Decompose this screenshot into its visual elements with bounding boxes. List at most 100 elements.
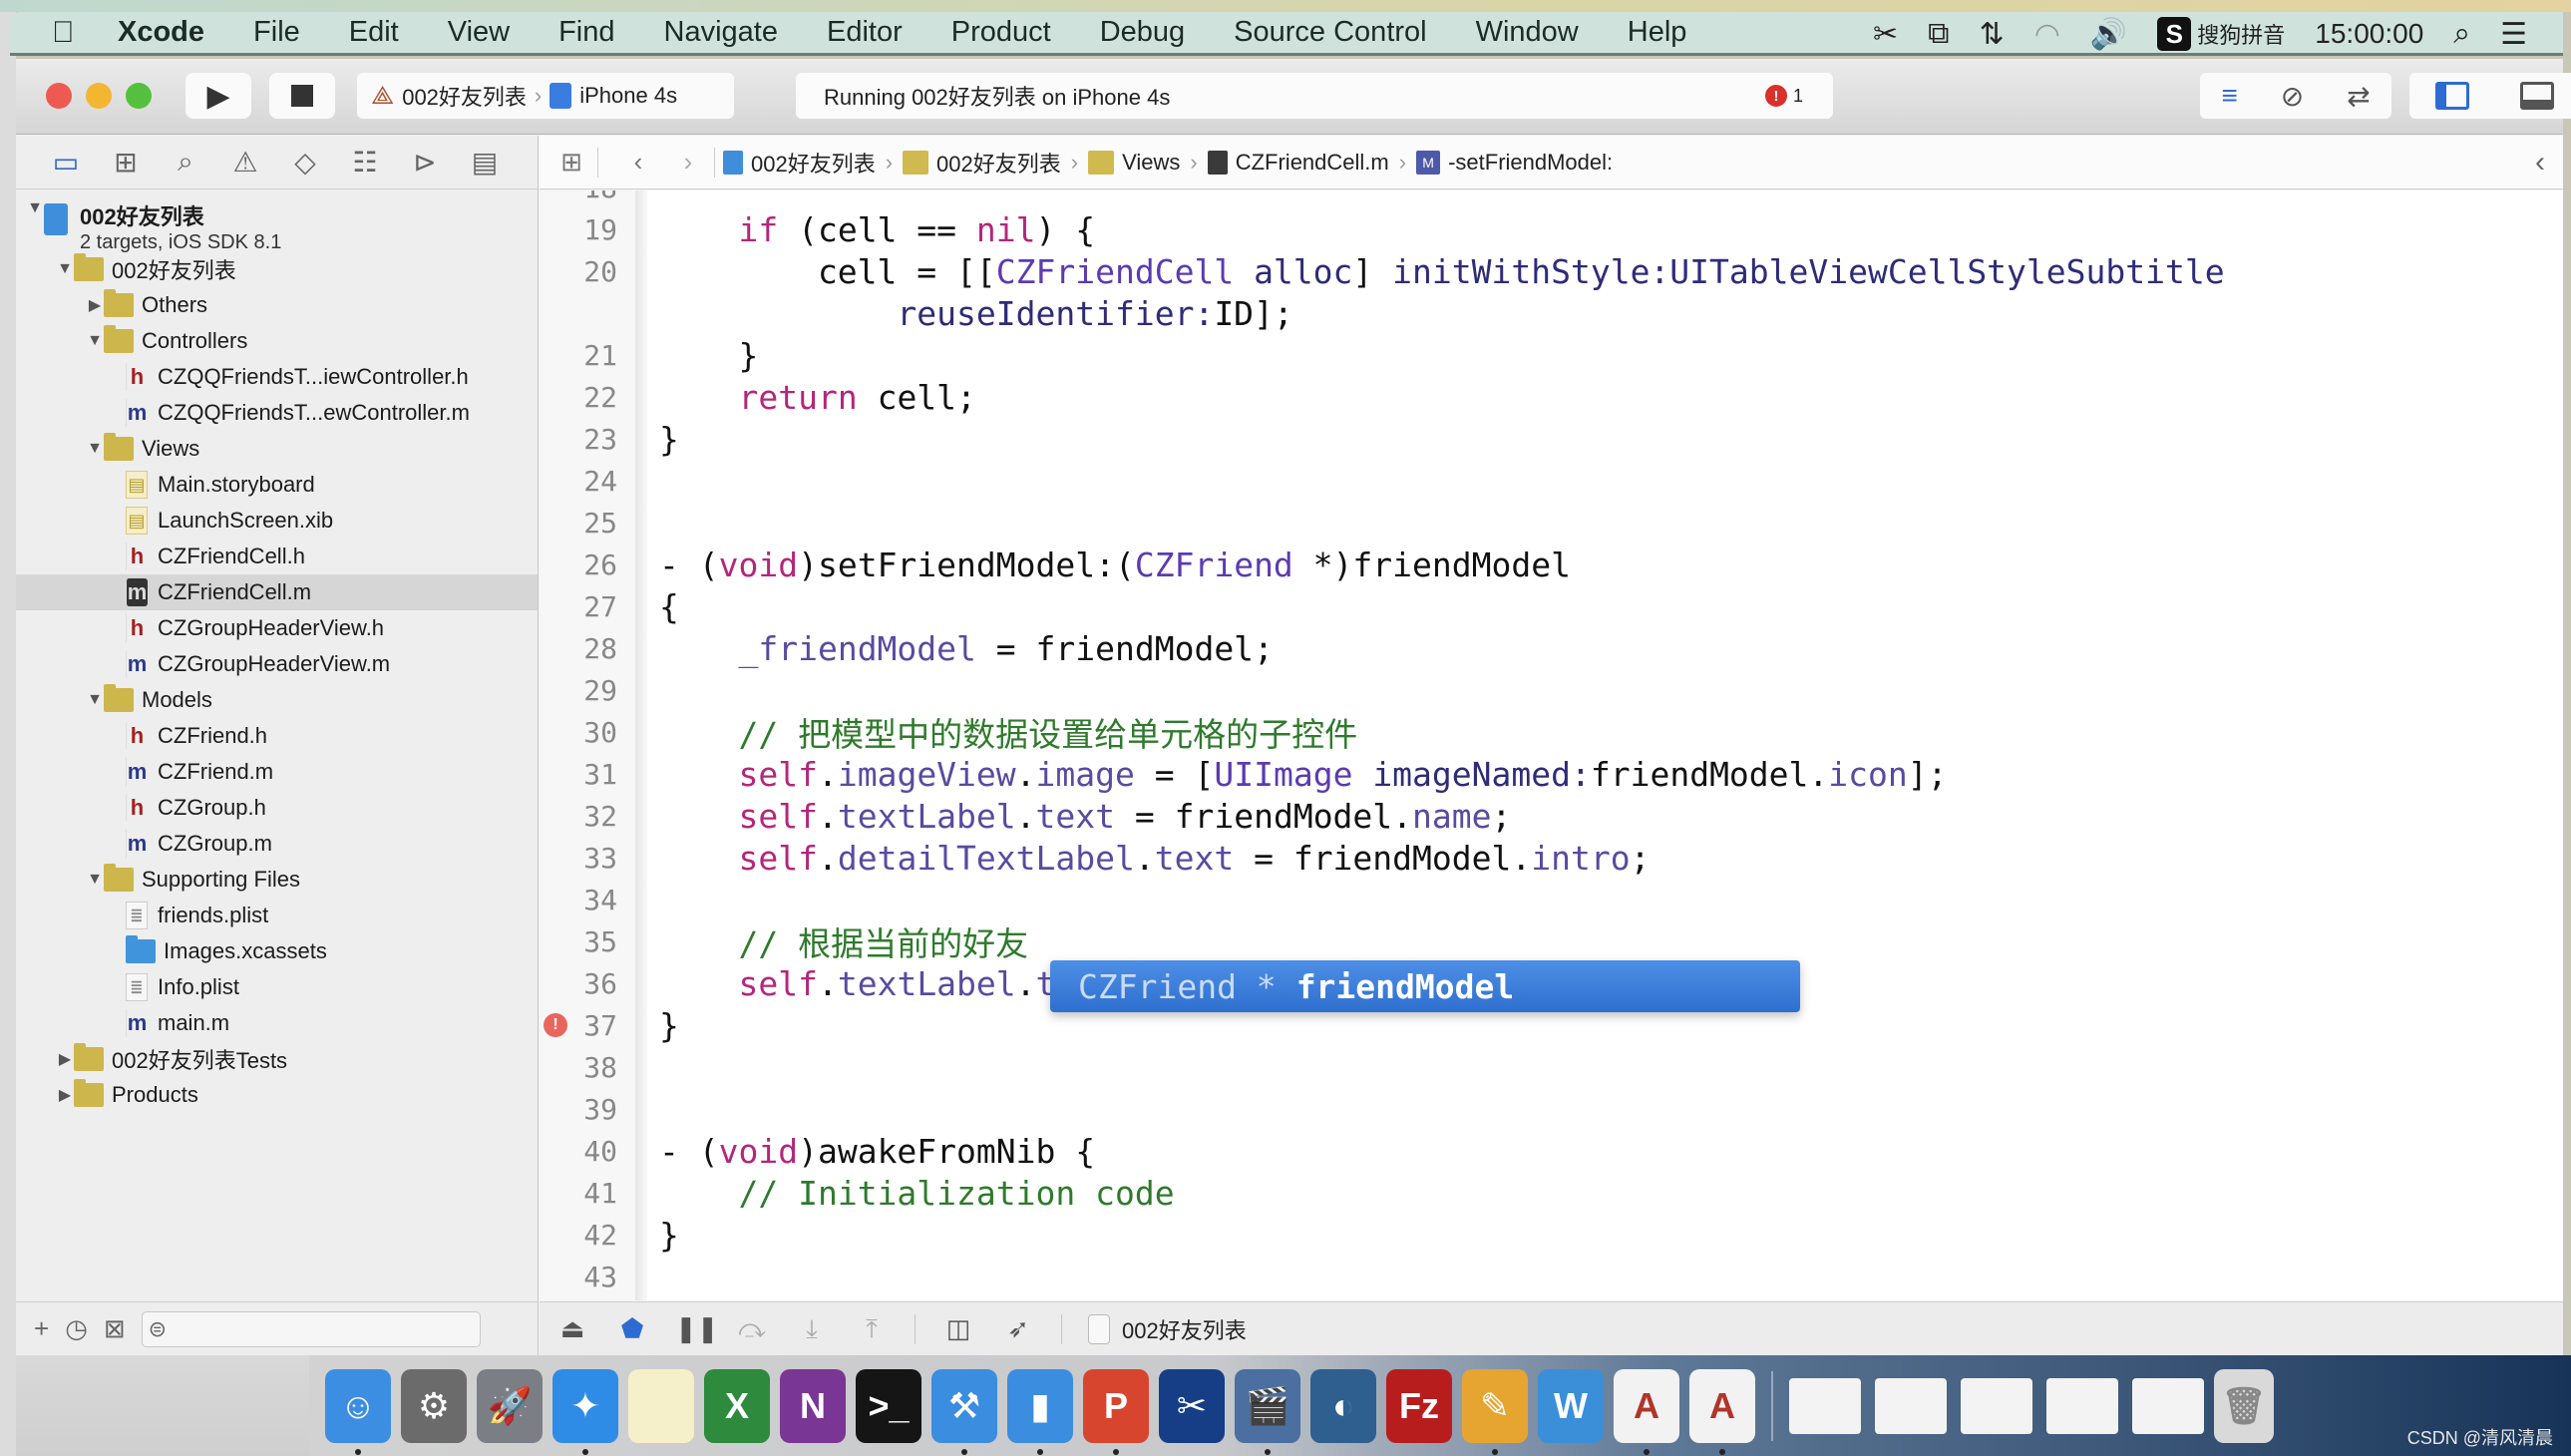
breadcrumb-method[interactable]: M -setFriendModel:	[1416, 150, 1613, 176]
debug-target[interactable]: 002好友列表	[1088, 1313, 1247, 1345]
file-tree-item[interactable]: Images.xcassets	[16, 933, 538, 969]
menu-help[interactable]: Help	[1628, 16, 1687, 49]
file-tree-item[interactable]: ▶ Products	[16, 1077, 538, 1113]
file-tree-item[interactable]: ≣ friends.plist	[16, 898, 538, 933]
disclosure-expanded-icon[interactable]: ▼	[86, 332, 104, 350]
forward-chevron-icon[interactable]: ›	[670, 147, 706, 178]
stop-button[interactable]	[269, 73, 335, 119]
code-line[interactable]: 26 - (void)setFriendModel:(CZFriend *)fri…	[540, 544, 2563, 585]
dock-app-launchpad-icon[interactable]: 🚀	[477, 1368, 543, 1443]
debug-navigator-tab-list-icon[interactable]: ☷	[349, 146, 381, 179]
project-root[interactable]: ▼ 002好友列表 2 targets, iOS SDK 8.1	[16, 193, 538, 253]
code-line[interactable]: 35 // 根据当前的好友	[540, 920, 2563, 963]
code-line[interactable]: reuseIdentifier:ID];	[540, 292, 2563, 334]
dock-app-finder-icon[interactable]: ☺	[325, 1368, 391, 1455]
add-file-icon[interactable]: +	[34, 1313, 49, 1344]
menu-find[interactable]: Find	[558, 16, 614, 49]
code-line[interactable]: 38	[540, 1046, 2563, 1088]
code-line[interactable]: 39	[540, 1088, 2563, 1130]
step-into-icon[interactable]: ⤓	[795, 1313, 829, 1345]
step-out-icon[interactable]: ⤒	[855, 1313, 889, 1345]
notification-center-icon[interactable]: ☰	[2500, 17, 2527, 52]
file-tree-item[interactable]: ▼ Views	[16, 431, 538, 467]
spotlight-search-icon[interactable]: ⌕	[2453, 17, 2470, 51]
code-line[interactable]: 27 {	[540, 585, 2563, 627]
breakpoint-navigator-tab-icon[interactable]: ⊳	[409, 146, 441, 179]
input-method-menu[interactable]: S 搜狗拼音	[2157, 17, 2285, 51]
dock-app-safari-icon[interactable]: ✦	[552, 1368, 618, 1455]
dock-stack-5-thumbnail[interactable]	[2132, 1377, 2204, 1434]
file-tree-item[interactable]: ▼ 002好友列表	[16, 251, 538, 287]
screen-record-icon[interactable]: ⧉	[1928, 17, 1949, 51]
issue-navigator-tab-warning-icon[interactable]: ⚠	[229, 146, 261, 179]
file-tree-item[interactable]: ▤ Main.storyboard	[16, 467, 538, 503]
code-line[interactable]: 18CZFriendCell *cell = [tableView dequeu…	[540, 190, 2563, 208]
file-tree-item[interactable]: m main.m	[16, 1005, 538, 1041]
dock-app-powerpoint-icon[interactable]: P	[1083, 1368, 1149, 1455]
run-button[interactable]: ▶	[185, 73, 251, 119]
menu-app-name[interactable]: Xcode	[118, 16, 204, 49]
code-line[interactable]: 29	[540, 669, 2563, 711]
code-line[interactable]: 23}	[540, 418, 2563, 460]
file-tree-item[interactable]: m CZFriendCell.m	[16, 574, 538, 610]
disclosure-collapsed-icon[interactable]: ▶	[56, 1085, 74, 1105]
code-line[interactable]: 22 return cell;	[540, 376, 2563, 418]
file-tree-item[interactable]: ▼ Controllers	[16, 323, 538, 359]
code-line[interactable]: 24	[540, 460, 2563, 502]
file-tree-item[interactable]: h CZFriend.h	[16, 718, 538, 754]
simulate-location-icon[interactable]: ➶	[1001, 1313, 1035, 1344]
code-line[interactable]: 40 - (void)awakeFromNib {	[540, 1130, 2563, 1172]
zoom-window-button[interactable]	[126, 83, 152, 109]
menu-source-control[interactable]: Source Control	[1234, 16, 1426, 49]
code-line[interactable]: 32 self.textLabel.text = friendModel.nam…	[540, 795, 2563, 837]
dock-app-network-utility-icon[interactable]: ◐	[1310, 1368, 1376, 1443]
file-tree-item[interactable]: h CZQQFriendsT...iewController.h	[16, 359, 538, 395]
menu-file[interactable]: File	[253, 16, 300, 49]
menu-view[interactable]: View	[448, 16, 510, 49]
dock-app-excel-icon[interactable]: X	[704, 1368, 770, 1443]
file-tree-item[interactable]: m CZQQFriendsT...ewController.m	[16, 395, 538, 431]
code-line[interactable]: 19 if (cell == nil) {	[540, 208, 2563, 250]
disclosure-expanded-icon[interactable]: ▼	[86, 691, 104, 709]
dock-app-screenshot-tool-icon[interactable]: ✂	[1159, 1368, 1225, 1443]
related-items-grid-icon[interactable]: ⊞	[553, 147, 589, 178]
version-editor-icon[interactable]: ⇄	[2347, 80, 2370, 113]
debug-area-toggle-icon[interactable]	[2519, 82, 2554, 110]
view-debugger-icon[interactable]: ◫	[941, 1313, 975, 1344]
volume-icon[interactable]: 🔊	[2090, 17, 2127, 52]
file-tree-item[interactable]: ▶ 002好友列表Tests	[16, 1041, 538, 1077]
dock-app-maps-tool-icon[interactable]: ✎	[1462, 1368, 1528, 1455]
dock-stack-4-thumbnail[interactable]	[2046, 1377, 2118, 1434]
code-line[interactable]: 20 cell = [[CZFriendCell alloc] initWith…	[540, 250, 2563, 292]
file-tree-item[interactable]: h CZGroup.h	[16, 790, 538, 826]
file-tree-item[interactable]: ▶ Others	[16, 287, 538, 323]
minimize-window-button[interactable]	[86, 83, 112, 109]
code-line[interactable]: 41 // Initialization code	[540, 1172, 2563, 1214]
time-machine-icon[interactable]: ◠	[2034, 17, 2060, 52]
project-navigator-tab-folder-icon[interactable]: ▭	[50, 146, 82, 179]
standard-editor-icon[interactable]: ≡	[2221, 80, 2237, 112]
file-tree-item[interactable]: ▼ Models	[16, 682, 538, 718]
code-line[interactable]: 28 _friendModel = friendModel;	[540, 627, 2563, 669]
dock-app-xcode-icon[interactable]: ⚒	[931, 1368, 997, 1455]
code-line[interactable]: 43	[540, 1256, 2563, 1297]
dock-stack-3-thumbnail[interactable]	[1961, 1377, 2032, 1434]
breakpoints-toggle-icon[interactable]: ⬟	[615, 1313, 649, 1344]
dock-app-simulator-icon[interactable]: ▮	[1007, 1368, 1073, 1455]
file-tree-item[interactable]: m CZGroupHeaderView.m	[16, 646, 538, 682]
symbol-navigator-tab-hierarchy-icon[interactable]: ⊞	[110, 146, 142, 179]
menu-product[interactable]: Product	[951, 16, 1051, 49]
report-navigator-tab-icon[interactable]: ▤	[469, 146, 501, 179]
dock-app-onenote-icon[interactable]: N	[780, 1368, 846, 1443]
file-tree-item[interactable]: m CZFriend.m	[16, 754, 538, 790]
error-marker-icon[interactable]: !	[544, 1013, 567, 1037]
find-navigator-tab-search-icon[interactable]: ⌕	[170, 146, 201, 179]
menu-navigate[interactable]: Navigate	[664, 16, 778, 49]
recent-files-clock-icon[interactable]: ◷	[65, 1313, 88, 1344]
assistant-editor-icon[interactable]: ⊘	[2281, 80, 2304, 113]
dock-app-terminal-icon[interactable]: >_	[856, 1368, 921, 1443]
scheme-selector[interactable]: ⟁ 002好友列表 › iPhone 4s	[357, 73, 734, 119]
scissors-icon[interactable]: ✂	[1873, 17, 1898, 52]
breadcrumb-file[interactable]: CZFriendCell.m	[1207, 150, 1389, 176]
file-tree-item[interactable]: m CZGroup.m	[16, 826, 538, 862]
